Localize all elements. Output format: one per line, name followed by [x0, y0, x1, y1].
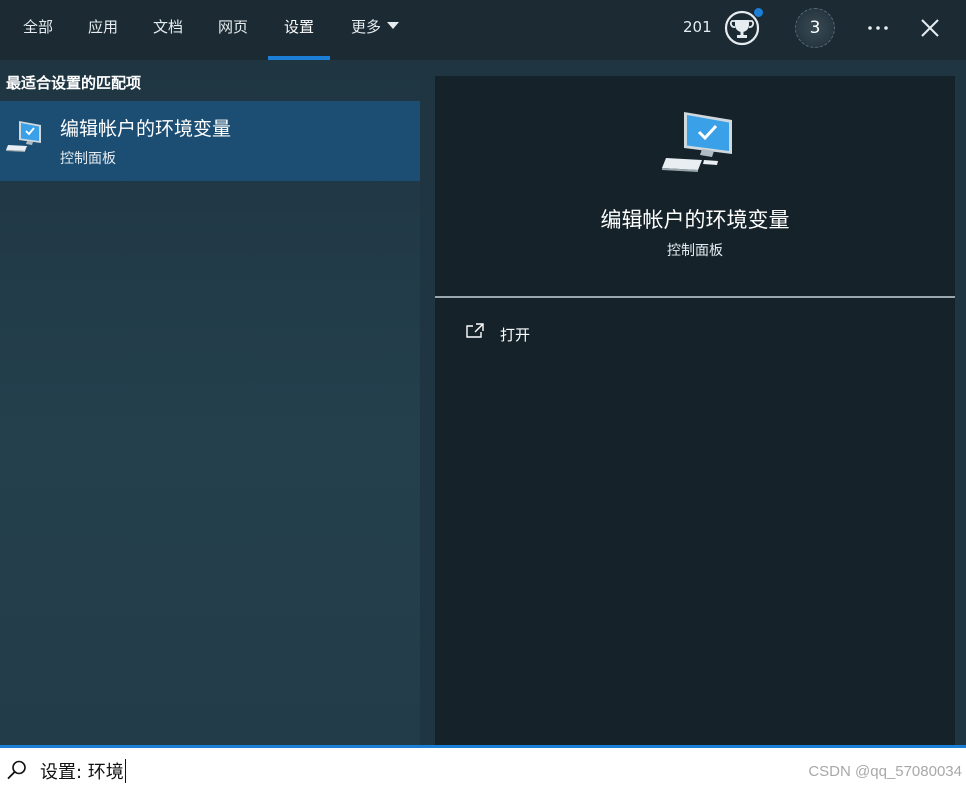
tab-all[interactable]: 全部 [14, 0, 62, 60]
preview-title: 编辑帐户的环境变量 [600, 208, 790, 232]
chevron-down-icon [387, 22, 399, 29]
computer-settings-icon [662, 112, 732, 172]
preview-divider [435, 296, 955, 298]
tab-label: 全部 [22, 18, 53, 36]
search-query: 设置: 环境 [40, 762, 124, 783]
close-icon[interactable] [912, 10, 948, 46]
tab-label: 网页 [217, 18, 248, 36]
tab-label: 更多 [350, 18, 381, 36]
tab-more[interactable]: 更多 [340, 0, 410, 60]
results-pane: 最适合设置的匹配项 编辑帐户的环境变量 控制面板 [0, 60, 420, 746]
preview-pane: 编辑帐户的环境变量 控制面板 打开 [435, 76, 955, 746]
search-input[interactable]: 设置: 环境 [40, 758, 126, 785]
result-subtitle: 控制面板 [60, 151, 116, 167]
search-icon [7, 760, 26, 780]
open-action[interactable]: 打开 [461, 320, 661, 350]
tab-label: 应用 [87, 18, 118, 36]
notification-dot [753, 7, 764, 18]
tab-apps[interactable]: 应用 [79, 0, 127, 60]
rewards-points: 201 [683, 18, 712, 36]
tab-label: 文档 [152, 18, 183, 36]
avatar-label: 3 [809, 18, 821, 38]
top-bar: 全部 应用 文档 网页 设置 更多 201 3 [0, 0, 966, 60]
search-bar[interactable]: 设置: 环境 CSDN @qq_57080034 [0, 748, 966, 791]
avatar[interactable]: 3 [795, 8, 835, 48]
preview-subtitle: 控制面板 [667, 243, 723, 259]
result-title: 编辑帐户的环境变量 [60, 118, 232, 140]
more-icon[interactable] [860, 10, 896, 46]
watermark: CSDN @qq_57080034 [808, 763, 962, 780]
result-item-edit-env-vars[interactable]: 编辑帐户的环境变量 控制面板 [0, 101, 420, 181]
text-caret [124, 759, 126, 783]
tab-documents[interactable]: 文档 [144, 0, 192, 60]
open-external-icon [466, 323, 484, 338]
best-match-heading: 最适合设置的匹配项 [6, 74, 142, 92]
open-action-label: 打开 [500, 326, 531, 344]
tab-web[interactable]: 网页 [209, 0, 257, 60]
tab-settings[interactable]: 设置 [268, 0, 330, 60]
tab-label: 设置 [283, 18, 314, 36]
computer-settings-icon [6, 121, 41, 152]
